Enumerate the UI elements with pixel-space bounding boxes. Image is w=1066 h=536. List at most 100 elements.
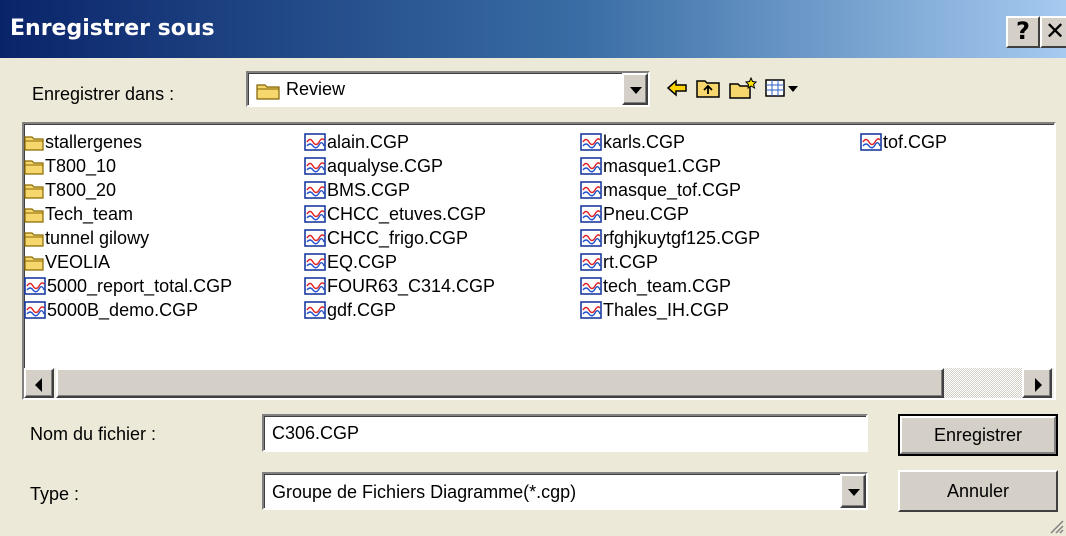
dialog-title: Enregistrer sous (10, 16, 215, 41)
close-button[interactable]: ✕ (1040, 16, 1066, 48)
list-item[interactable]: Pneu.CGP (580, 202, 760, 226)
list-item[interactable]: T800_10 (24, 154, 232, 178)
list-item[interactable]: 5000_report_total.CGP (24, 274, 232, 298)
diagram-file-icon (304, 156, 327, 176)
help-button[interactable]: ? (1006, 16, 1040, 48)
list-item[interactable]: rt.CGP (580, 250, 760, 274)
list-item[interactable]: VEOLIA (24, 250, 232, 274)
diagram-file-icon (580, 204, 603, 224)
file-name: gdf.CGP (327, 300, 397, 320)
list-item[interactable]: FOUR63_C314.CGP (304, 274, 495, 298)
file-name: tunnel gilowy (45, 228, 150, 248)
view-menu-icon[interactable] (764, 76, 800, 100)
list-item[interactable]: gdf.CGP (304, 298, 495, 322)
file-name: Tech_team (45, 204, 134, 224)
list-item[interactable]: aqualyse.CGP (304, 154, 495, 178)
file-name: Pneu.CGP (603, 204, 690, 224)
file-name: alain.CGP (327, 132, 410, 152)
file-name: rfghjkuytgf125.CGP (603, 228, 761, 248)
list-item[interactable]: CHCC_frigo.CGP (304, 226, 495, 250)
file-name: EQ.CGP (327, 252, 398, 272)
list-item[interactable]: EQ.CGP (304, 250, 495, 274)
folder-icon (24, 204, 45, 224)
list-item[interactable]: karls.CGP (580, 130, 760, 154)
save-in-label: Enregistrer dans : (32, 84, 175, 104)
save-in-combobox[interactable]: Review (246, 71, 650, 107)
cancel-button[interactable]: Annuler (898, 470, 1058, 512)
filetype-select[interactable]: Groupe de Fichiers Diagramme(*.cgp) (262, 472, 868, 510)
diagram-file-icon (24, 276, 47, 296)
resize-grip-icon[interactable] (1048, 518, 1064, 534)
horizontal-scrollbar[interactable] (24, 368, 1054, 398)
title-bar[interactable]: Enregistrer sous ? ✕ (0, 0, 1066, 58)
list-item[interactable]: tech_team.CGP (580, 274, 760, 298)
filetype-label: Type : (30, 484, 80, 504)
save-as-dialog: Enregistrer sous ? ✕ Enregistrer dans : … (0, 0, 1066, 536)
diagram-file-icon (580, 228, 603, 248)
save-button-label: Enregistrer (900, 416, 1056, 454)
save-button[interactable]: Enregistrer (898, 414, 1058, 456)
list-item[interactable]: Tech_team (24, 202, 232, 226)
folder-icon (24, 180, 45, 200)
list-item[interactable]: T800_20 (24, 178, 232, 202)
chevron-down-icon (848, 489, 860, 496)
file-column: alain.CGP aqualyse.CGP BMS.CGP CHCC_etuves.… (304, 130, 495, 322)
filename-label: Nom du fichier : (30, 424, 157, 444)
list-item[interactable]: stallergenes (24, 130, 232, 154)
up-folder-icon[interactable] (694, 76, 722, 100)
file-name: T800_20 (45, 180, 117, 200)
file-column: tof.CGP (860, 130, 947, 154)
file-column: karls.CGP masque1.CGP masque_tof.CGP Pneu.C… (580, 130, 760, 322)
list-item[interactable]: CHCC_etuves.CGP (304, 202, 495, 226)
diagram-file-icon (304, 252, 327, 272)
scroll-right-button[interactable] (1022, 368, 1052, 398)
back-arrow-icon[interactable] (664, 76, 692, 100)
file-name: masque_tof.CGP (603, 180, 742, 200)
diagram-file-icon (580, 132, 603, 152)
file-column: stallergenes T800_10 T800_20 Tech_teamtunne… (24, 130, 232, 322)
diagram-file-icon (580, 156, 603, 176)
file-name: aqualyse.CGP (327, 156, 444, 176)
diagram-file-icon (304, 276, 327, 296)
diagram-file-icon (580, 252, 603, 272)
file-name: rt.CGP (603, 252, 659, 272)
diagram-file-icon (304, 300, 327, 320)
diagram-file-icon (580, 300, 603, 320)
scroll-thumb[interactable] (56, 368, 944, 398)
list-item[interactable]: rfghjkuytgf125.CGP (580, 226, 760, 250)
list-item[interactable]: alain.CGP (304, 130, 495, 154)
file-name: tech_team.CGP (603, 276, 732, 296)
file-name: karls.CGP (603, 132, 686, 152)
save-in-value: Review (286, 79, 346, 99)
list-item[interactable]: tunnel gilowy (24, 226, 232, 250)
file-name: CHCC_frigo.CGP (327, 228, 469, 248)
file-list[interactable]: stallergenes T800_10 T800_20 Tech_teamtunne… (22, 122, 1056, 400)
scroll-left-button[interactable] (24, 368, 54, 398)
file-name: BMS.CGP (327, 180, 411, 200)
filename-value[interactable]: C306.CGP (272, 423, 832, 444)
file-name: 5000B_demo.CGP (47, 300, 199, 320)
scroll-track[interactable] (944, 368, 1022, 398)
file-name: 5000_report_total.CGP (47, 276, 233, 296)
filetype-dropdown-button[interactable] (840, 474, 866, 508)
save-in-dropdown-button[interactable] (622, 73, 648, 105)
list-item[interactable]: Thales_IH.CGP (580, 298, 760, 322)
diagram-file-icon (304, 204, 327, 224)
close-icon: ✕ (1044, 17, 1066, 45)
list-item[interactable]: BMS.CGP (304, 178, 495, 202)
diagram-file-icon (860, 132, 883, 152)
list-item[interactable]: masque_tof.CGP (580, 178, 760, 202)
file-name: stallergenes (45, 132, 143, 152)
file-name: T800_10 (45, 156, 117, 176)
diagram-file-icon (24, 300, 47, 320)
list-item[interactable]: masque1.CGP (580, 154, 760, 178)
diagram-file-icon (304, 180, 327, 200)
list-item[interactable]: 5000B_demo.CGP (24, 298, 232, 322)
file-name: VEOLIA (45, 252, 111, 272)
new-folder-icon[interactable] (728, 76, 758, 100)
list-item[interactable]: tof.CGP (860, 130, 947, 154)
folder-icon (24, 156, 45, 176)
diagram-file-icon (580, 180, 603, 200)
chevron-down-icon (630, 87, 642, 94)
filename-input[interactable]: C306.CGP (262, 414, 868, 452)
